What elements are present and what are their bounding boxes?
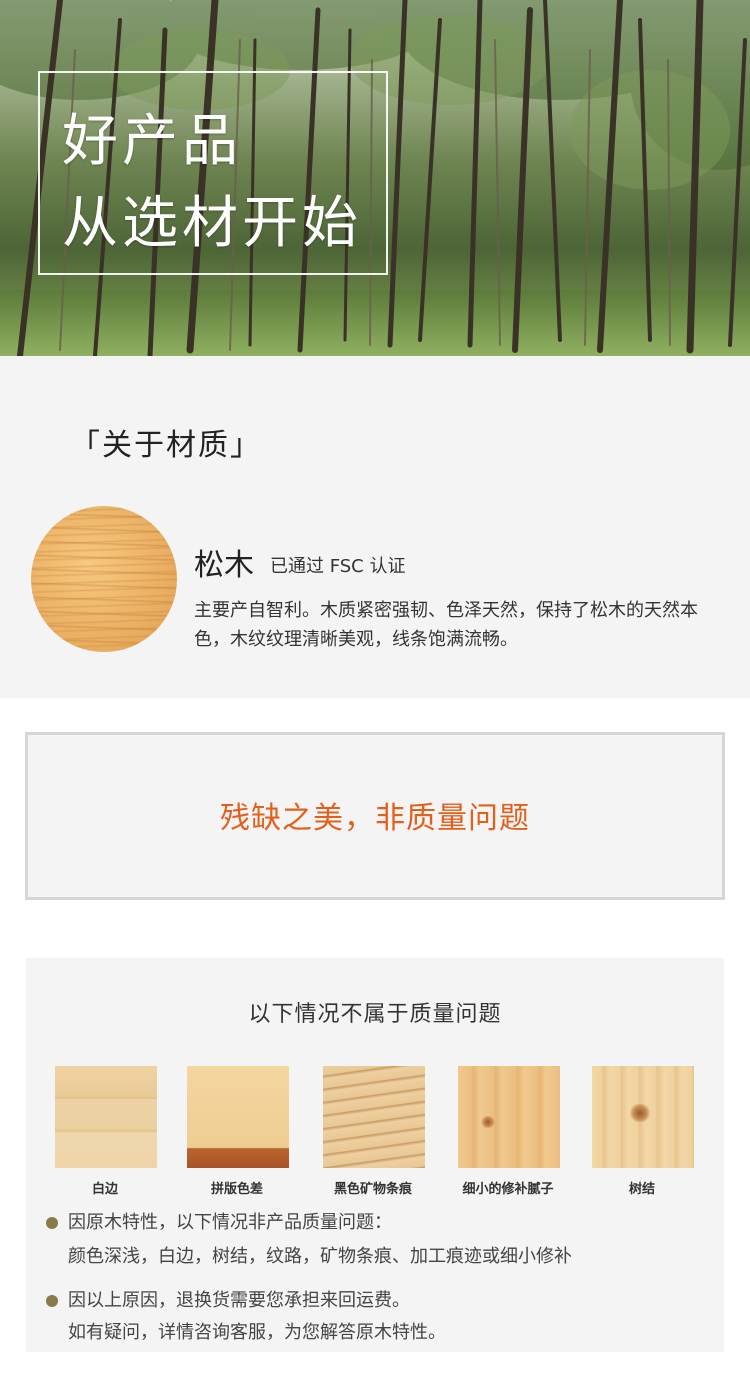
hero-subheadline: 从选材开始 <box>62 191 362 256</box>
section-title: 「关于材质」 <box>70 428 262 463</box>
mineral-streak-sample-image <box>323 1066 425 1168</box>
notice-text: 残缺之美，非质量问题 <box>220 801 530 836</box>
bullet-dot <box>46 1217 58 1229</box>
swatch-label: 细小的修补腻子 <box>462 1182 554 1197</box>
putty-repair-sample-image <box>458 1066 560 1168</box>
pine-wood-sample-image <box>31 506 177 652</box>
repair-spot <box>480 1116 496 1128</box>
hero-headline: 好产品 <box>62 109 242 174</box>
swatch-label: 树结 <box>628 1182 655 1197</box>
knot-spot <box>628 1104 652 1122</box>
swatch-label: 白边 <box>91 1182 118 1197</box>
hero-banner: 好产品 从选材开始 <box>0 0 750 356</box>
swatch-label: 黑色矿物条痕 <box>333 1182 412 1197</box>
certification-text: 已通过 FSC 认证 <box>270 556 406 577</box>
note-line: 如有疑问，详情咨询客服，为您解答原木特性。 <box>68 1322 446 1343</box>
bullet-dot <box>46 1295 58 1307</box>
wood-name: 松木 <box>194 548 254 583</box>
conditions-title: 以下情况不属于质量问题 <box>248 1002 502 1027</box>
knot-sample-image <box>592 1066 694 1168</box>
conditions-section: 以下情况不属于质量问题 白边 拼版色差 黑色矿物条痕 细小的修补腻子 树结 因原… <box>26 958 724 1352</box>
color-difference-sample-image <box>187 1066 289 1168</box>
wood-description: 主要产自智利。木质紧密强韧、色泽天然，保持了松木的天然本色，木纹纹理清晰美观，线… <box>194 600 698 650</box>
notice-box: 残缺之美，非质量问题 <box>25 732 725 900</box>
swatch-label: 拼版色差 <box>210 1182 263 1197</box>
note-line: 因原木特性，以下情况非产品质量问题： <box>68 1212 392 1233</box>
note-line: 因以上原因，退换货需要您承担来回运费。 <box>68 1290 410 1311</box>
material-section: 「关于材质」 松木 已通过 FSC 认证 主要产自智利。木质紧密强韧、色泽天然，… <box>0 356 750 698</box>
white-edge-sample-image <box>55 1066 157 1168</box>
note-line: 颜色深浅，白边，树结，纹路，矿物条痕、加工痕迹或细小修补 <box>68 1246 572 1267</box>
